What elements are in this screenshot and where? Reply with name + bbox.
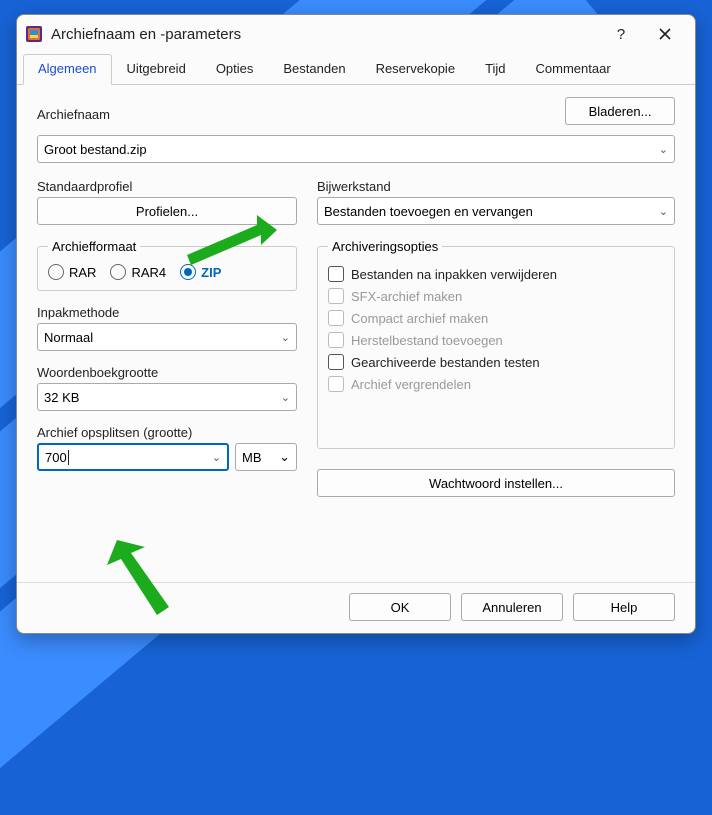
window-title: Archiefnaam en -parameters — [51, 26, 599, 43]
opt-lock: Archief vergrendelen — [328, 376, 664, 392]
archive-name-label: Archiefnaam — [37, 107, 553, 122]
tab-commentaar[interactable]: Commentaar — [521, 54, 626, 85]
help-button-footer[interactable]: Help — [573, 593, 675, 621]
archiving-options-group: Archiveringsopties Bestanden na inpakken… — [317, 239, 675, 449]
close-icon — [659, 28, 671, 40]
radio-rar[interactable]: RAR — [48, 264, 96, 280]
cancel-button[interactable]: Annuleren — [461, 593, 563, 621]
dict-label: Woordenboekgrootte — [37, 365, 297, 380]
archive-name-field[interactable]: Groot bestand.zip ⌄ — [37, 135, 675, 163]
tab-reservekopie[interactable]: Reservekopie — [361, 54, 471, 85]
profile-label: Standaardprofiel — [37, 179, 297, 194]
radio-icon — [180, 264, 196, 280]
dialog-footer: OK Annuleren Help — [17, 582, 695, 633]
update-mode-value: Bestanden toevoegen en vervangen — [324, 204, 533, 219]
titlebar: Archiefnaam en -parameters ? — [17, 15, 695, 53]
radio-icon — [110, 264, 126, 280]
tab-opties[interactable]: Opties — [201, 54, 269, 85]
chevron-down-icon: ⌄ — [659, 143, 668, 156]
checkbox-icon — [328, 310, 344, 326]
method-label: Inpakmethode — [37, 305, 297, 320]
radio-rar4[interactable]: RAR4 — [110, 264, 166, 280]
dict-select[interactable]: 32 KB ⌄ — [37, 383, 297, 411]
dialog-window: Archiefnaam en -parameters ? Algemeen Ui… — [16, 14, 696, 634]
split-unit-value: MB — [242, 450, 262, 465]
set-password-button[interactable]: Wachtwoord instellen... — [317, 469, 675, 497]
app-icon — [25, 25, 43, 43]
opt-delete-after-pack[interactable]: Bestanden na inpakken verwijderen — [328, 266, 664, 282]
tab-tijd[interactable]: Tijd — [470, 54, 520, 85]
chevron-down-icon: ⌄ — [279, 449, 290, 465]
method-value: Normaal — [44, 330, 93, 345]
tab-uitgebreid[interactable]: Uitgebreid — [112, 54, 201, 85]
method-select[interactable]: Normaal ⌄ — [37, 323, 297, 351]
checkbox-icon — [328, 354, 344, 370]
dict-value: 32 KB — [44, 390, 79, 405]
radio-zip[interactable]: ZIP — [180, 264, 221, 280]
opt-test[interactable]: Gearchiveerde bestanden testen — [328, 354, 664, 370]
update-mode-label: Bijwerkstand — [317, 179, 675, 194]
radio-icon — [48, 264, 64, 280]
split-size-field[interactable]: 700 ⌄ — [37, 443, 229, 471]
chevron-down-icon: ⌄ — [659, 205, 668, 218]
checkbox-icon — [328, 332, 344, 348]
profiles-button[interactable]: Profielen... — [37, 197, 297, 225]
checkbox-icon — [328, 266, 344, 282]
update-mode-select[interactable]: Bestanden toevoegen en vervangen ⌄ — [317, 197, 675, 225]
help-button[interactable]: ? — [599, 18, 643, 50]
chevron-down-icon: ⌄ — [208, 451, 221, 464]
chevron-down-icon: ⌄ — [281, 391, 290, 404]
opt-recovery: Herstelbestand toevoegen — [328, 332, 664, 348]
tab-strip: Algemeen Uitgebreid Opties Bestanden Res… — [17, 53, 695, 85]
ok-button[interactable]: OK — [349, 593, 451, 621]
archiving-options-legend: Archiveringsopties — [328, 239, 442, 254]
tab-content: Archiefnaam Bladeren... Groot bestand.zi… — [17, 85, 695, 582]
close-button[interactable] — [643, 18, 687, 50]
opt-solid: Compact archief maken — [328, 310, 664, 326]
checkbox-icon — [328, 376, 344, 392]
tab-algemeen[interactable]: Algemeen — [23, 54, 112, 85]
split-size-value: 700 — [45, 450, 208, 465]
checkbox-icon — [328, 288, 344, 304]
chevron-down-icon: ⌄ — [281, 331, 290, 344]
split-label: Archief opsplitsen (grootte) — [37, 425, 297, 440]
split-unit-select[interactable]: MB ⌄ — [235, 443, 297, 471]
browse-button[interactable]: Bladeren... — [565, 97, 675, 125]
archive-format-group: Archiefformaat RAR RAR4 ZIP — [37, 239, 297, 291]
opt-sfx: SFX-archief maken — [328, 288, 664, 304]
archive-format-legend: Archiefformaat — [48, 239, 140, 254]
tab-bestanden[interactable]: Bestanden — [268, 54, 360, 85]
archive-name-value: Groot bestand.zip — [44, 142, 147, 157]
